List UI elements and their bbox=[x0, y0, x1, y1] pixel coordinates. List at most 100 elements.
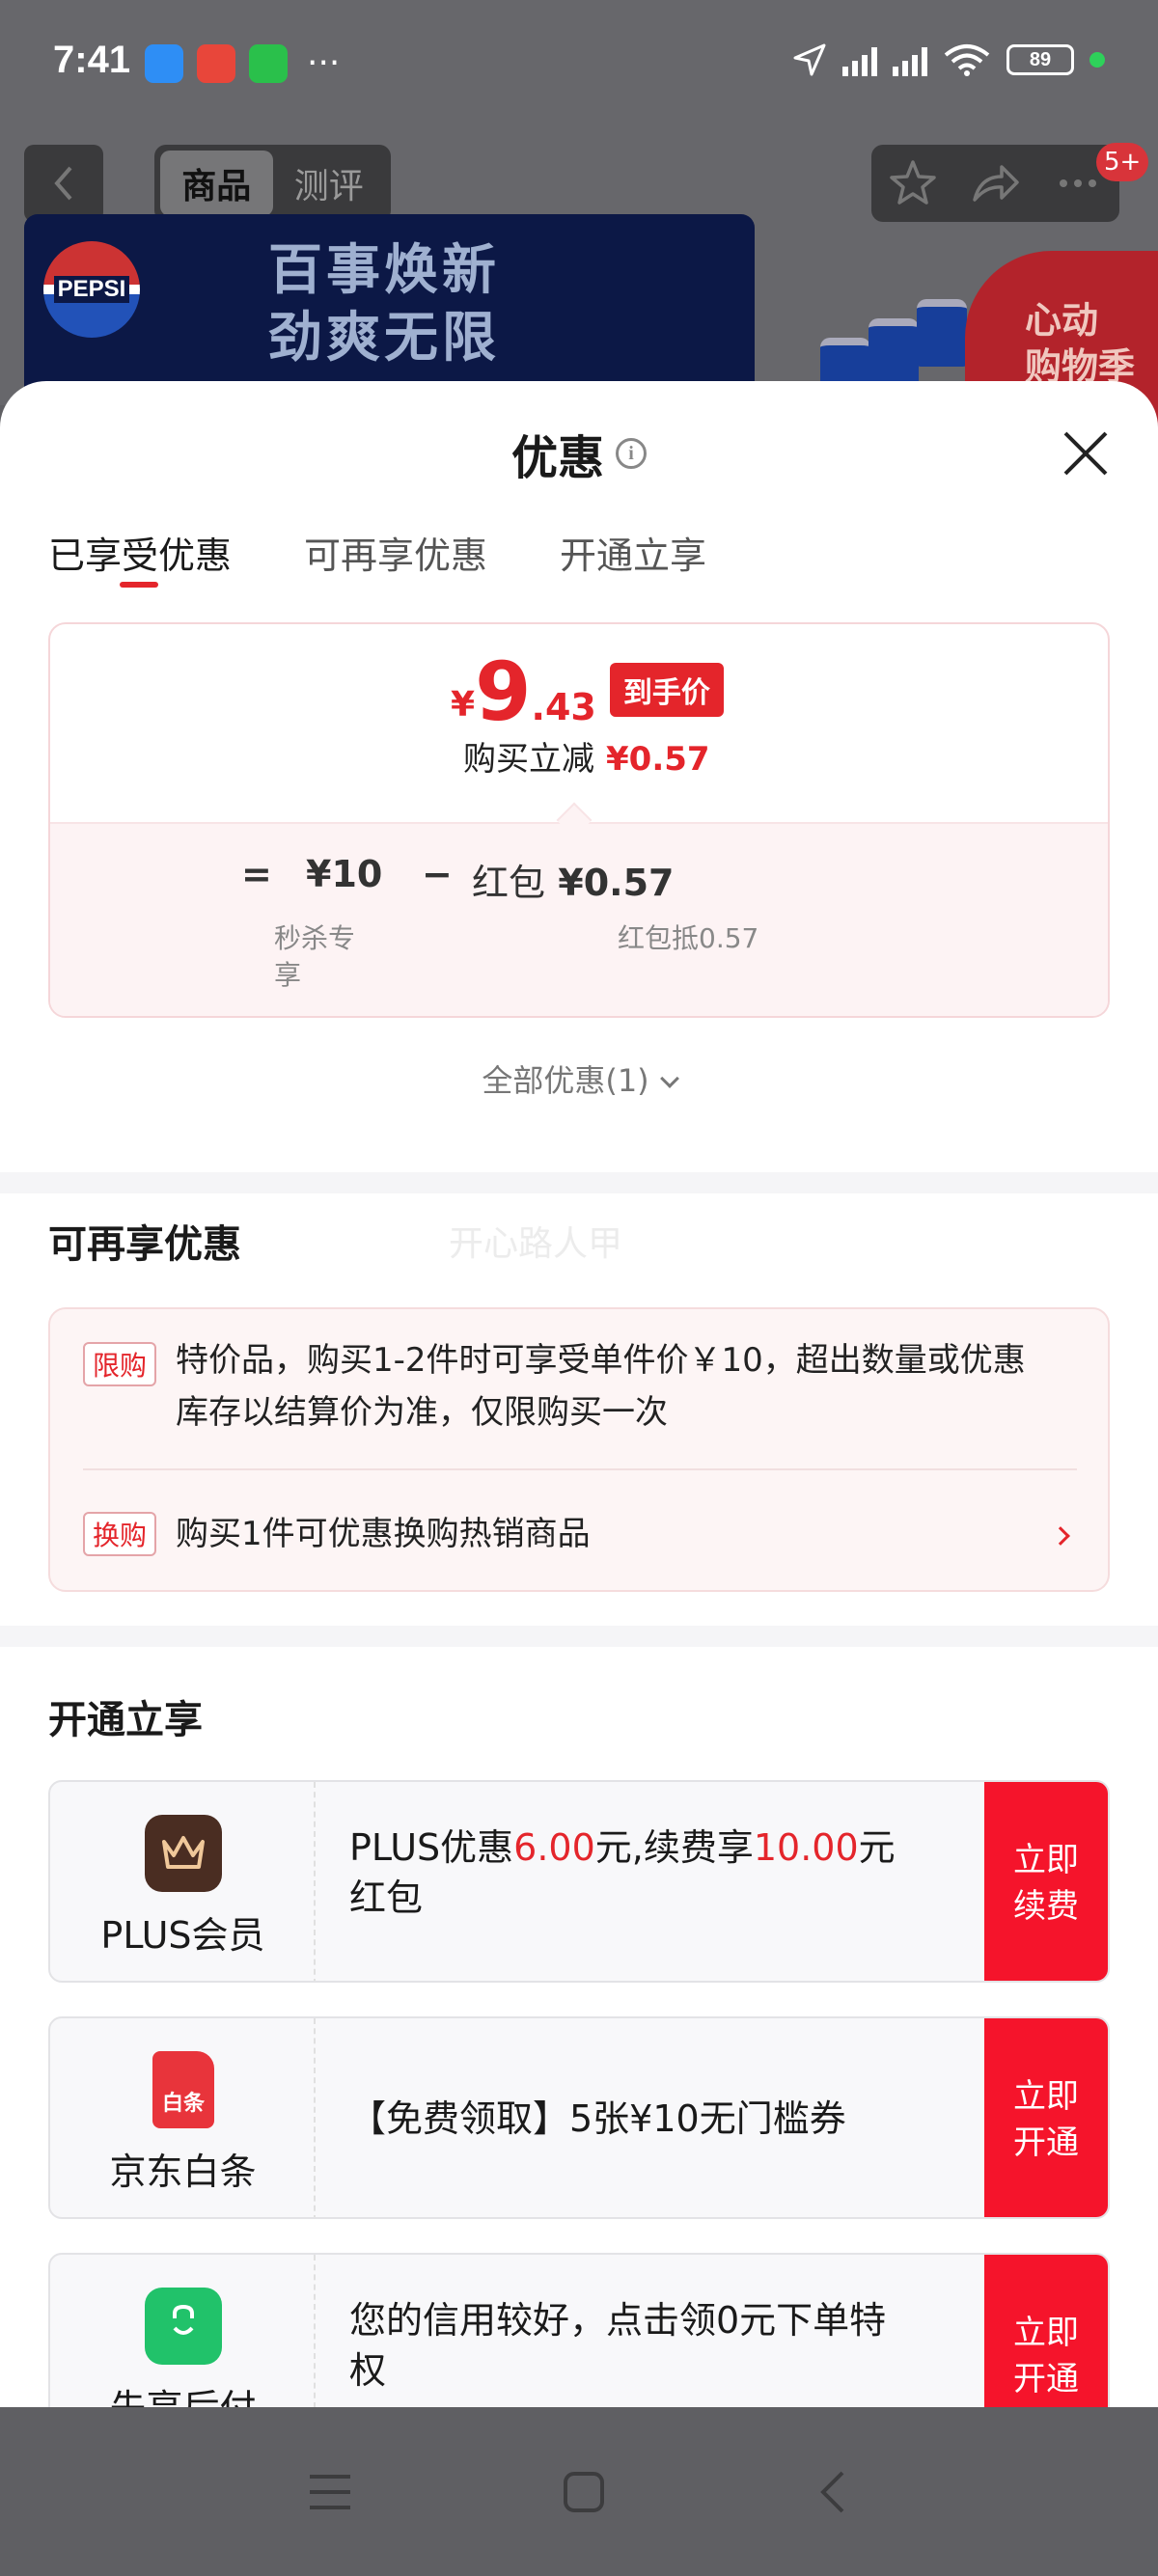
crown-icon bbox=[145, 1815, 222, 1892]
page: 7:41 ··· 89 商品 测评 5+ PEPSI 百事焕新 劲爽无限 心动 … bbox=[0, 0, 1158, 2576]
all-discounts-label: 全部优惠(1) bbox=[482, 1062, 649, 1099]
star-icon[interactable] bbox=[887, 157, 939, 209]
home-icon[interactable] bbox=[561, 2469, 607, 2515]
seckill-price: ¥10 bbox=[306, 853, 383, 895]
signal-1-icon bbox=[842, 43, 877, 76]
wifi-icon bbox=[944, 44, 990, 76]
info-icon[interactable]: i bbox=[616, 438, 647, 469]
shopping-bag-icon bbox=[145, 2288, 222, 2365]
final-price-tag: 到手价 bbox=[609, 663, 724, 717]
offer-description: 【免费领取】5张¥10无门槛券 bbox=[349, 2097, 846, 2140]
price-integer: 9 bbox=[475, 644, 532, 739]
section-divider bbox=[0, 1172, 1158, 1193]
minus-sign: − bbox=[422, 853, 453, 895]
offer-brand: 白条 京东白条 bbox=[50, 2018, 316, 2217]
background-app: 7:41 ··· 89 商品 测评 5+ PEPSI 百事焕新 劲爽无限 心动 … bbox=[0, 0, 1158, 425]
share-icon[interactable] bbox=[969, 157, 1021, 209]
pepsi-logo: PEPSI bbox=[43, 241, 140, 338]
offer-brand: PLUS会员 bbox=[50, 1782, 316, 1981]
instant-reduce-value: ¥0.57 bbox=[606, 740, 710, 779]
offer-brand: 先享后付 bbox=[50, 2255, 316, 2407]
promo-season-tag-line1: 心动 bbox=[1025, 299, 1099, 342]
discount-sheet: 优惠 i 已享受优惠 可再享优惠 开通立享 ¥ 9 .43 到手价 购买立减 ¥0.… bbox=[0, 381, 1158, 2407]
nav-actions bbox=[871, 145, 1119, 222]
tab-open-enjoy[interactable]: 开通立享 bbox=[560, 526, 706, 593]
offer-name: 京东白条 bbox=[109, 2151, 257, 2193]
purchase-limit-tag: 限购 bbox=[83, 1342, 156, 1386]
crown-glyph bbox=[162, 1836, 205, 1869]
status-app-icons: ··· bbox=[145, 44, 340, 83]
tab-product[interactable]: 商品 bbox=[160, 151, 273, 216]
baitiao-icon-label: 白条 bbox=[152, 2051, 214, 2128]
tab-review[interactable]: 测评 bbox=[273, 151, 386, 216]
promo-separator bbox=[83, 1468, 1077, 1470]
close-button[interactable] bbox=[1060, 427, 1112, 480]
activate-button[interactable]: 立即开通 bbox=[984, 2018, 1108, 2217]
sheet-title: 优惠 i bbox=[0, 420, 1158, 487]
renew-button[interactable]: 立即续费 bbox=[984, 1782, 1108, 1981]
all-discounts-toggle[interactable]: 全部优惠(1) bbox=[0, 1056, 1158, 1101]
offer-desc-part: PLUS优惠 bbox=[349, 1826, 514, 1869]
offer-desc-amount: 10.00 bbox=[753, 1826, 859, 1869]
chevron-left-icon bbox=[54, 166, 72, 201]
equals-sign: = bbox=[241, 853, 272, 895]
back-button[interactable] bbox=[24, 145, 103, 222]
open-enjoy-title: 开通立享 bbox=[48, 1698, 203, 1742]
more-discounts-title: 可再享优惠 bbox=[48, 1222, 241, 1267]
trade-in-text: 购买1件可优惠换购热销商品 bbox=[176, 1515, 591, 1553]
wechat-icon bbox=[249, 44, 288, 83]
baitiao-offer: 白条 京东白条 【免费领取】5张¥10无门槛券 立即开通 bbox=[48, 2016, 1110, 2219]
baitiao-icon: 白条 bbox=[145, 2051, 222, 2128]
offer-description: 您的信用较好，点击领0元下单特 权 bbox=[349, 2295, 1006, 2396]
offer-desc-amount: 6.00 bbox=[513, 1826, 595, 1869]
final-price-area: ¥ 9 .43 到手价 购买立减 ¥0.57 bbox=[50, 624, 1108, 822]
banner-slogan-line2: 劲爽无限 bbox=[268, 307, 500, 370]
activate-button[interactable]: 立即开通 bbox=[984, 2255, 1108, 2407]
signal-2-icon bbox=[893, 43, 927, 76]
banner-slogan: 百事焕新 劲爽无限 bbox=[268, 237, 500, 372]
menu-icon[interactable] bbox=[306, 2471, 354, 2513]
status-time: 7:41 bbox=[53, 39, 131, 81]
trade-in-tag: 换购 bbox=[83, 1512, 156, 1556]
chevron-down-icon bbox=[659, 1069, 679, 1088]
purchase-limit-text-line1: 特价品，购买1-2件时可享受单件价￥10，超出数量或优惠 bbox=[176, 1341, 1026, 1380]
red-packet-label: 红包抵0.57 bbox=[618, 922, 759, 954]
pay-later-offer: 先享后付 您的信用较好，点击领0元下单特 权 立即开通 bbox=[48, 2253, 1110, 2407]
tab-more-available[interactable]: 可再享优惠 bbox=[304, 526, 487, 593]
offer-desc-part: 元,续费享 bbox=[594, 1826, 754, 1869]
price-calculation: = ¥10 秒杀专享 − 红包 ¥0.57 红包抵0.57 bbox=[50, 822, 1108, 1016]
tab-enjoyed[interactable]: 已享受优惠 bbox=[48, 526, 232, 593]
offer-description: PLUS优惠6.00元,续费享10.00元红包 bbox=[349, 1822, 1006, 1923]
message-badge: 5+ bbox=[1096, 143, 1149, 181]
price-currency: ¥ bbox=[451, 685, 476, 725]
instant-reduce-line: 购买立减 ¥0.57 bbox=[463, 732, 710, 780]
red-packet-prefix: 红包 bbox=[472, 862, 546, 904]
bag-glyph bbox=[173, 2304, 194, 2335]
location-icon bbox=[793, 43, 826, 76]
status-indicators: 89 bbox=[792, 42, 1105, 77]
telegram-icon bbox=[145, 44, 183, 83]
can-shape bbox=[917, 299, 967, 367]
discount-tabs: 已享受优惠 可再享优惠 开通立享 bbox=[48, 526, 706, 593]
user-watermark: 开心路人甲 bbox=[449, 1224, 623, 1264]
system-navigation-bar bbox=[0, 2407, 1158, 2576]
offer-name: PLUS会员 bbox=[100, 1914, 265, 1957]
offer-desc-line2: 权 bbox=[349, 2349, 387, 2392]
chevron-right-icon bbox=[1051, 1526, 1070, 1546]
offer-desc-part: 元 bbox=[858, 1826, 896, 1869]
instant-reduce-label: 购买立减 bbox=[463, 740, 594, 779]
can-shape bbox=[868, 318, 919, 386]
more-discounts-box: 限购 特价品，购买1-2件时可享受单件价￥10，超出数量或优惠 库存以结算价为准… bbox=[48, 1307, 1110, 1592]
red-packet-amount: 红包 ¥0.57 bbox=[472, 853, 674, 906]
banner-slogan-line1: 百事焕新 bbox=[268, 239, 500, 302]
section-divider bbox=[0, 1626, 1158, 1647]
offer-desc-part: 红包 bbox=[349, 1877, 424, 1919]
battery-indicator: 89 bbox=[1006, 44, 1074, 75]
back-icon[interactable] bbox=[813, 2469, 852, 2515]
pepsi-logo-text: PEPSI bbox=[53, 276, 130, 303]
purchase-limit-text: 特价品，购买1-2件时可享受单件价￥10，超出数量或优惠 库存以结算价为准，仅限… bbox=[176, 1334, 1083, 1439]
price-breakdown-card: ¥ 9 .43 到手价 购买立减 ¥0.57 = ¥10 秒杀专享 − 红包 ¥0… bbox=[48, 622, 1110, 1018]
seckill-label: 秒杀专享 bbox=[274, 922, 356, 991]
price-decimal: .43 bbox=[531, 686, 596, 728]
privacy-dot-icon bbox=[1089, 52, 1105, 68]
